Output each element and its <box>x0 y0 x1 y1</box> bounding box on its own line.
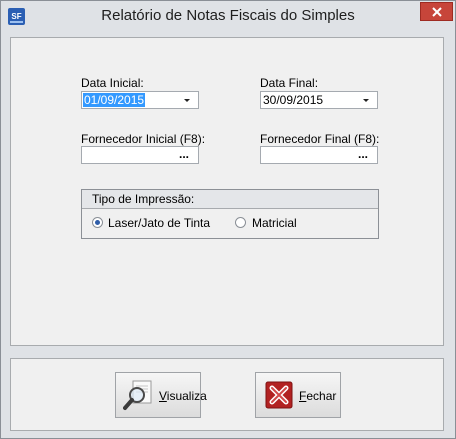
chevron-down-icon[interactable] <box>363 99 369 102</box>
fornecedor-inicial-input[interactable]: ... <box>81 146 199 164</box>
chevron-down-icon[interactable] <box>184 99 190 102</box>
radio-laser[interactable] <box>92 217 103 228</box>
print-type-group: Tipo de Impressão: Laser/Jato de Tinta M… <box>81 189 379 239</box>
visualiza-label: Visualiza <box>159 389 207 403</box>
data-final-label: Data Final: <box>260 76 319 90</box>
radio-matricial[interactable] <box>235 217 246 228</box>
data-inicial-label: Data Inicial: <box>81 76 144 90</box>
print-type-header: Tipo de Impressão: <box>82 190 378 209</box>
radio-laser-label[interactable]: Laser/Jato de Tinta <box>108 216 210 230</box>
close-button[interactable] <box>420 2 453 21</box>
button-panel <box>10 358 444 431</box>
radio-matricial-label[interactable]: Matricial <box>252 216 297 230</box>
data-final-combo[interactable]: 30/09/2015 <box>260 91 378 109</box>
fechar-button[interactable]: Fechar <box>255 372 341 418</box>
fornecedor-inicial-label: Fornecedor Inicial (F8): <box>81 132 206 146</box>
report-window: SF Relatório de Notas Fiscais do Simples… <box>0 0 456 439</box>
fornecedor-final-label: Fornecedor Final (F8): <box>260 132 380 146</box>
print-type-title: Tipo de Impressão: <box>92 192 195 206</box>
data-inicial-value: 01/09/2015 <box>83 93 146 107</box>
fornecedor-final-lookup-button[interactable]: ... <box>358 147 368 161</box>
fornecedor-final-input[interactable]: ... <box>260 146 378 164</box>
window-title: Relatório de Notas Fiscais do Simples <box>101 7 355 24</box>
magnifier-icon <box>123 380 152 410</box>
fornecedor-inicial-lookup-button[interactable]: ... <box>179 147 189 161</box>
title-bar[interactable]: SF Relatório de Notas Fiscais do Simples <box>1 1 455 31</box>
data-final-value: 30/09/2015 <box>263 93 324 107</box>
close-x-icon <box>265 381 293 409</box>
data-inicial-combo[interactable]: 01/09/2015 <box>81 91 199 109</box>
fechar-label: Fechar <box>299 389 337 403</box>
visualiza-button[interactable]: Visualiza <box>115 372 207 418</box>
close-icon <box>432 7 442 17</box>
